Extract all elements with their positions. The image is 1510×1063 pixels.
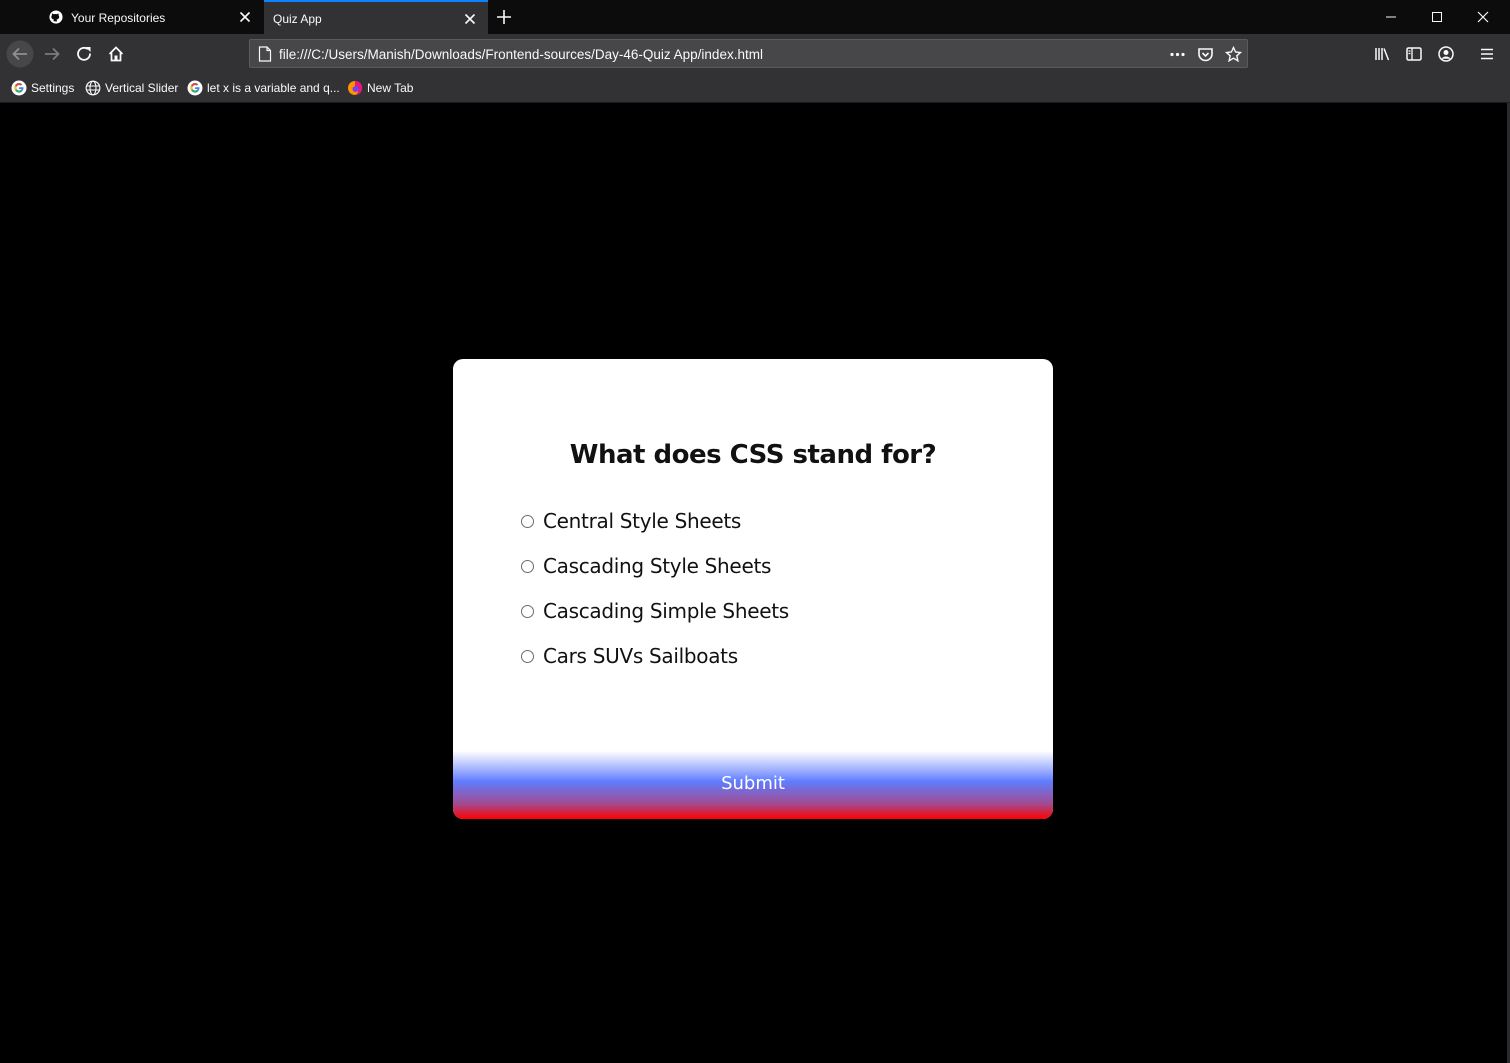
answer-radio[interactable] xyxy=(521,604,534,618)
answer-option-1[interactable]: Central Style Sheets xyxy=(521,506,741,536)
bookmark-label: Vertical Slider xyxy=(105,81,179,95)
quiz-card: What does CSS stand for? Central Style S… xyxy=(453,359,1053,819)
tab-strip: Your Repositories Quiz App xyxy=(0,0,1510,34)
bookmark-label: Settings xyxy=(31,81,75,95)
answer-radio[interactable] xyxy=(521,559,534,573)
bookmark-settings[interactable]: Settings xyxy=(11,79,74,97)
back-button-icon[interactable] xyxy=(6,40,34,68)
bookmarks-toolbar: Settings Vertical Slider let x is a vari… xyxy=(0,74,1510,103)
bookmark-vertical-slider[interactable]: Vertical Slider xyxy=(85,79,178,97)
answer-label: Cars SUVs Sailboats xyxy=(543,644,738,668)
close-tab-icon[interactable] xyxy=(237,9,253,25)
close-tab-icon[interactable] xyxy=(462,11,478,27)
tab-quiz-app[interactable]: Quiz App xyxy=(264,0,488,34)
bookmark-new-tab[interactable]: New Tab xyxy=(347,79,413,97)
answer-option-2[interactable]: Cascading Style Sheets xyxy=(521,551,771,581)
firefox-icon xyxy=(348,81,362,95)
bookmark-label: New Tab xyxy=(367,81,414,95)
submit-button[interactable]: Submit xyxy=(453,751,1053,819)
answer-label: Cascading Simple Sheets xyxy=(543,599,789,623)
bookmark-let-x-variable[interactable]: let x is a variable and q... xyxy=(187,79,340,97)
tab-label: Quiz App xyxy=(273,12,322,26)
home-icon[interactable] xyxy=(107,45,125,63)
minimize-window-icon[interactable] xyxy=(1382,8,1400,26)
forward-button-icon[interactable] xyxy=(43,45,61,63)
google-icon xyxy=(187,80,203,96)
answer-option-3[interactable]: Cascading Simple Sheets xyxy=(521,596,789,626)
google-icon xyxy=(11,80,27,96)
close-window-icon[interactable] xyxy=(1474,8,1492,26)
navigation-toolbar: file:///C:/Users/Manish/Downloads/Fronte… xyxy=(0,34,1510,74)
submit-label: Submit xyxy=(721,773,785,794)
pocket-icon[interactable] xyxy=(1197,46,1214,63)
sidebar-icon[interactable] xyxy=(1405,45,1423,63)
answer-label: Central Style Sheets xyxy=(543,509,742,533)
answer-radio[interactable] xyxy=(521,649,534,663)
maximize-window-icon[interactable] xyxy=(1428,8,1446,26)
bookmark-label: let x is a variable and q... xyxy=(207,81,340,95)
page-actions-ellipsis-icon[interactable] xyxy=(1169,46,1186,63)
account-icon[interactable] xyxy=(1437,45,1455,63)
library-icon[interactable] xyxy=(1373,45,1391,63)
page-viewport: What does CSS stand for? Central Style S… xyxy=(0,103,1507,1063)
hamburger-menu-icon[interactable] xyxy=(1478,45,1496,63)
github-icon xyxy=(49,10,63,24)
quiz-question: What does CSS stand for? xyxy=(569,440,937,470)
bookmark-star-icon[interactable] xyxy=(1225,46,1242,63)
answer-radio[interactable] xyxy=(521,514,534,528)
url-text[interactable]: file:///C:/Users/Manish/Downloads/Fronte… xyxy=(279,47,763,62)
reload-icon[interactable] xyxy=(75,45,93,63)
tab-label: Your Repositories xyxy=(71,11,166,25)
answer-label: Cascading Style Sheets xyxy=(543,554,772,578)
globe-icon xyxy=(85,80,101,96)
answer-option-4[interactable]: Cars SUVs Sailboats xyxy=(521,641,738,671)
tab-your-repositories[interactable]: Your Repositories xyxy=(40,0,263,34)
page-icon xyxy=(258,46,272,62)
new-tab-plus-icon[interactable] xyxy=(495,8,513,26)
address-bar[interactable]: file:///C:/Users/Manish/Downloads/Fronte… xyxy=(249,39,1248,68)
